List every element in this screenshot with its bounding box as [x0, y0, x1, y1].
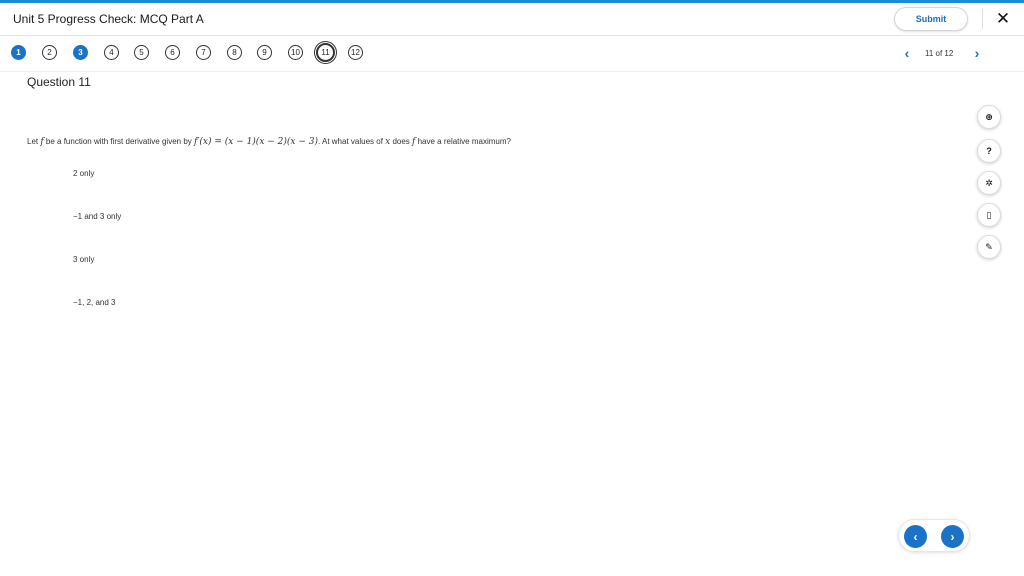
submit-button[interactable]: Submit — [894, 7, 968, 31]
answer-choice-1[interactable]: 2 only — [73, 169, 94, 178]
question-circle-8[interactable]: 8 — [227, 45, 242, 60]
previous-question-button[interactable]: ‹ — [904, 525, 927, 548]
next-question-button[interactable]: › — [941, 525, 964, 548]
question-circle-9[interactable]: 9 — [257, 45, 272, 60]
question-circle-5[interactable]: 5 — [134, 45, 149, 60]
question-stem: Let f be a function with first derivativ… — [27, 137, 511, 147]
page-title: Unit 5 Progress Check: MCQ Part A — [13, 12, 204, 26]
stem-math: f′(x) = (x − 1)(x − 2)(x − 3) — [193, 137, 318, 147]
answer-choice-3[interactable]: 3 only — [73, 255, 94, 264]
question-navigator: 1 2 3 4 5 6 7 8 9 10 11 12 ‹ 11 of 12 › — [0, 37, 1024, 72]
bookmark-icon[interactable]: ▯ — [977, 203, 1001, 227]
stem-text: Let — [27, 137, 41, 146]
stem-text: have a relative maximum? — [415, 137, 511, 146]
stem-text: be a function with first derivative give… — [43, 137, 194, 146]
header-divider — [982, 9, 983, 29]
answer-choice-2[interactable]: −1 and 3 only — [73, 212, 121, 221]
question-circle-10[interactable]: 10 — [288, 45, 303, 60]
question-circle-6[interactable]: 6 — [165, 45, 180, 60]
pager-prev-icon[interactable]: ‹ — [900, 44, 914, 62]
question-circle-1[interactable]: 1 — [11, 45, 26, 60]
stem-text: . At what values of — [317, 137, 386, 146]
question-circle-11[interactable]: 11 — [316, 43, 335, 62]
question-circle-7[interactable]: 7 — [196, 45, 211, 60]
question-circle-3[interactable]: 3 — [73, 45, 88, 60]
pager-next-icon[interactable]: › — [970, 44, 984, 62]
question-circle-12[interactable]: 12 — [348, 45, 363, 60]
stem-text: does — [390, 137, 413, 146]
pencil-icon[interactable]: ✎ — [977, 235, 1001, 259]
close-icon[interactable]: ✕ — [993, 8, 1013, 30]
question-heading: Question 11 — [27, 75, 91, 89]
header-bar: Unit 5 Progress Check: MCQ Part A Submit… — [0, 3, 1024, 36]
question-circle-2[interactable]: 2 — [42, 45, 57, 60]
zoom-icon[interactable]: ⊕ — [977, 105, 1001, 129]
help-icon[interactable]: ? — [977, 139, 1001, 163]
answer-choice-4[interactable]: −1, 2, and 3 — [73, 298, 115, 307]
gear-icon[interactable]: ✲ — [977, 171, 1001, 195]
question-circle-4[interactable]: 4 — [104, 45, 119, 60]
bottom-navigation: ‹ › — [898, 519, 970, 552]
pager-count: 11 of 12 — [925, 48, 954, 58]
